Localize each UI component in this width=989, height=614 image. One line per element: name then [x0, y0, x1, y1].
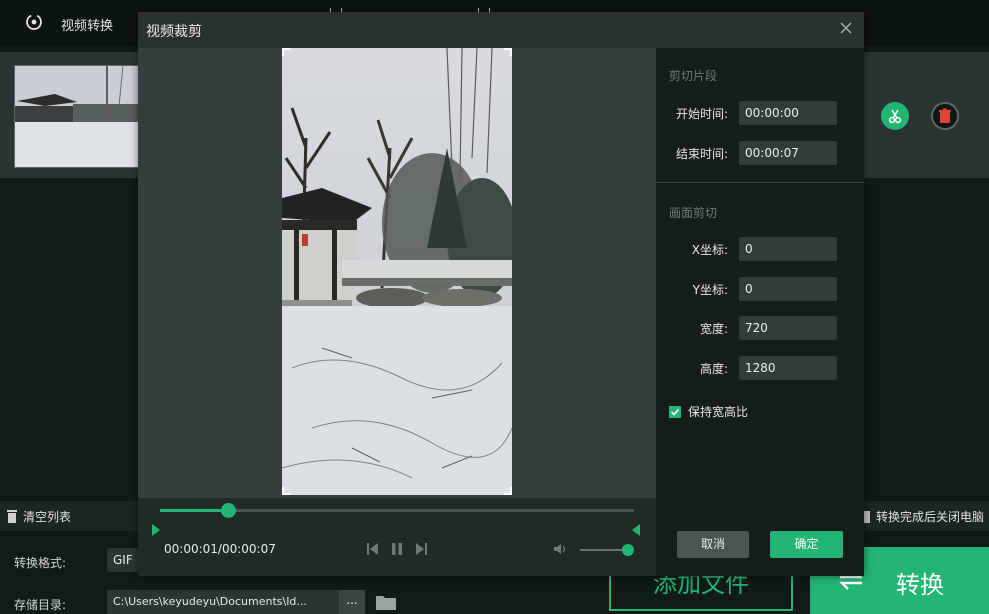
- crop-handle[interactable]: [504, 48, 512, 56]
- cut-button[interactable]: [881, 102, 909, 130]
- trash-icon: [939, 108, 951, 123]
- browse-button[interactable]: ...: [339, 590, 365, 614]
- end-time-input[interactable]: 00:00:07: [739, 141, 837, 165]
- crop-handle[interactable]: [282, 48, 290, 56]
- crop-handle[interactable]: [282, 487, 290, 495]
- height-input[interactable]: 1280: [739, 356, 837, 380]
- close-icon[interactable]: [838, 20, 854, 36]
- x-coord-input[interactable]: 0: [739, 237, 837, 261]
- previous-frame-icon[interactable]: [367, 542, 379, 556]
- output-dir-field[interactable]: C:\Users\keyudeyu\Documents\Id...: [107, 590, 345, 614]
- seek-progress: [160, 509, 228, 512]
- clear-list-label: 清空列表: [23, 510, 72, 524]
- folder-icon[interactable]: [375, 593, 397, 611]
- video-thumbnail[interactable]: [14, 65, 140, 168]
- convert-label: 转换: [896, 571, 944, 599]
- panel-divider: [656, 182, 864, 183]
- dialog-title: 视频裁剪: [146, 24, 202, 40]
- confirm-button[interactable]: 确定: [770, 531, 843, 558]
- app-title: 视频转换: [61, 19, 114, 34]
- y-coord-input[interactable]: 0: [739, 277, 837, 301]
- crop-handle[interactable]: [504, 487, 512, 495]
- video-crop-dialog: 视频裁剪 00:00:01/00:00:07 剪切片段 开始时间: 00:00:…: [138, 12, 864, 576]
- checkmark-icon: [670, 408, 680, 416]
- volume-slider[interactable]: [580, 549, 628, 551]
- settings-panel: [656, 48, 864, 576]
- cancel-button[interactable]: 取消: [677, 531, 749, 558]
- x-coord-label: X坐标:: [691, 243, 728, 257]
- width-label: 宽度:: [699, 322, 728, 336]
- y-coord-label: Y坐标:: [692, 283, 728, 297]
- pause-icon[interactable]: [391, 542, 403, 556]
- volume-handle[interactable]: [622, 544, 634, 556]
- trash-icon: [7, 510, 17, 523]
- keep-aspect-ratio-checkbox[interactable]: 保持宽高比: [669, 403, 748, 420]
- clip-section-title: 剪切片段: [669, 69, 718, 83]
- keep-ratio-label: 保持宽高比: [688, 405, 749, 419]
- time-readout: 00:00:01/00:00:07: [164, 542, 276, 556]
- next-frame-icon[interactable]: [415, 542, 427, 556]
- clear-list-button[interactable]: 清空列表: [6, 508, 71, 525]
- dialog-title-bar: 视频裁剪: [138, 12, 864, 48]
- height-label: 高度:: [699, 362, 728, 376]
- video-frame-image: [282, 48, 512, 495]
- convert-logo-icon: [26, 14, 42, 30]
- shutdown-label: 转换完成后关闭电脑: [876, 510, 985, 524]
- checkbox-box[interactable]: [669, 406, 681, 418]
- format-label: 转换格式:: [14, 556, 67, 570]
- output-dir-value: C:\Users\keyudeyu\Documents\Id...: [113, 595, 307, 608]
- clip-end-marker[interactable]: [632, 524, 640, 536]
- crop-section-title: 画面剪切: [669, 206, 718, 220]
- shutdown-after-convert-checkbox[interactable]: 转换完成后关闭电脑: [860, 508, 984, 525]
- clip-start-marker[interactable]: [152, 524, 160, 536]
- scissors-icon: [888, 109, 902, 124]
- video-preview[interactable]: [282, 48, 512, 495]
- seek-handle[interactable]: [221, 503, 236, 518]
- end-time-label: 结束时间:: [675, 147, 728, 161]
- output-dir-label: 存储目录:: [14, 598, 67, 612]
- format-value: GIF: [113, 553, 133, 567]
- width-input[interactable]: 720: [739, 316, 837, 340]
- delete-button[interactable]: [931, 102, 959, 130]
- volume-icon[interactable]: [554, 543, 568, 555]
- start-time-input[interactable]: 00:00:00: [739, 101, 837, 125]
- start-time-label: 开始时间:: [675, 107, 728, 121]
